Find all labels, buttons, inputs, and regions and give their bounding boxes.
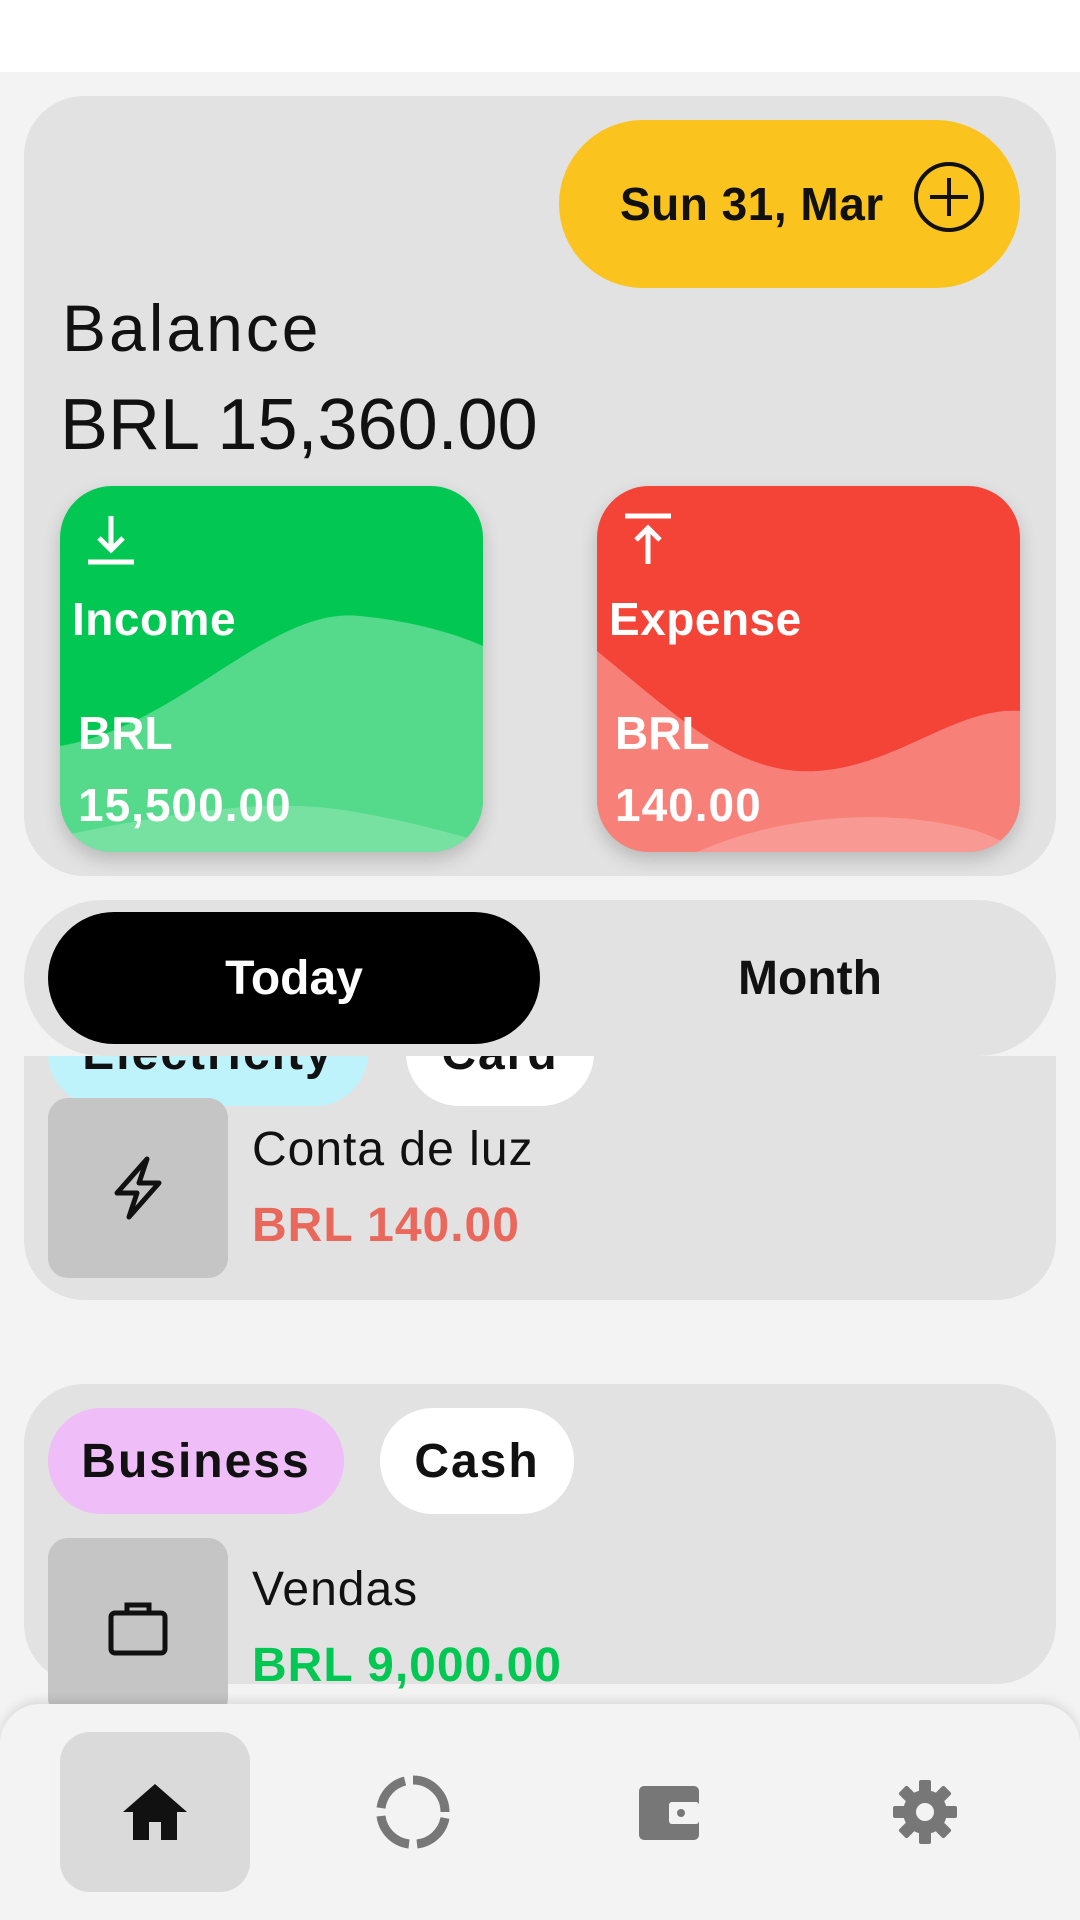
gear-icon [893, 1780, 957, 1844]
expense-card[interactable]: Expense BRL 140.00 [597, 486, 1020, 852]
transaction-amount: BRL 140.00 [252, 1199, 520, 1252]
income-card[interactable]: Income BRL 15,500.00 [60, 486, 483, 852]
status-bar [0, 0, 1080, 72]
add-circle-icon[interactable] [912, 160, 986, 234]
chart-ring-icon [376, 1775, 450, 1849]
expense-title: Expense [609, 593, 802, 645]
transaction-name: Vendas [252, 1563, 419, 1616]
home-icon [123, 1784, 187, 1840]
expense-currency: BRL [615, 707, 710, 759]
income-title: Income [72, 593, 237, 645]
nav-statistics[interactable] [318, 1732, 508, 1892]
upload-icon [625, 513, 671, 564]
lightning-icon [114, 1156, 162, 1220]
date-label: Sun 31, Mar [620, 178, 884, 230]
balance-label: Balance [62, 291, 322, 365]
payment-method-label: Cash [414, 1434, 540, 1488]
transaction-list[interactable]: Electricity Card Conta de luz BRL 140.00… [0, 1056, 1080, 1706]
bottom-navigation [0, 1704, 1080, 1920]
nav-home[interactable] [60, 1732, 250, 1892]
transaction-amount: BRL 9,000.00 [252, 1639, 562, 1692]
transaction-icon-box [48, 1098, 228, 1278]
nav-wallet[interactable] [574, 1732, 764, 1892]
expense-amount: 140.00 [615, 779, 762, 831]
date-picker-button[interactable]: Sun 31, Mar [559, 120, 1020, 288]
income-currency: BRL [78, 707, 173, 759]
payment-method-label: Card [441, 1056, 558, 1081]
transaction-card[interactable]: Electricity Card Conta de luz BRL 140.00 [24, 1056, 1056, 1300]
balance-value: BRL 15,360.00 [60, 385, 538, 465]
transaction-icon-box [48, 1538, 228, 1706]
transaction-name: Conta de luz [252, 1123, 534, 1176]
category-chip[interactable]: Business [48, 1408, 344, 1514]
briefcase-icon [108, 1602, 168, 1656]
category-label: Business [81, 1434, 311, 1488]
period-selector: Today Month [24, 900, 1056, 1056]
transaction-card[interactable]: Business Cash Vendas BRL 9,000.00 [24, 1384, 1056, 1706]
download-icon [88, 516, 134, 565]
category-label: Electricity [82, 1056, 333, 1081]
tab-month[interactable]: Month [564, 912, 1056, 1044]
income-amount: 15,500.00 [78, 779, 292, 831]
nav-settings[interactable] [830, 1732, 1020, 1892]
tab-today[interactable]: Today [48, 912, 540, 1044]
wallet-icon [639, 1786, 699, 1840]
payment-method-chip[interactable]: Cash [380, 1408, 574, 1514]
payment-method-chip[interactable]: Card [406, 1056, 594, 1106]
